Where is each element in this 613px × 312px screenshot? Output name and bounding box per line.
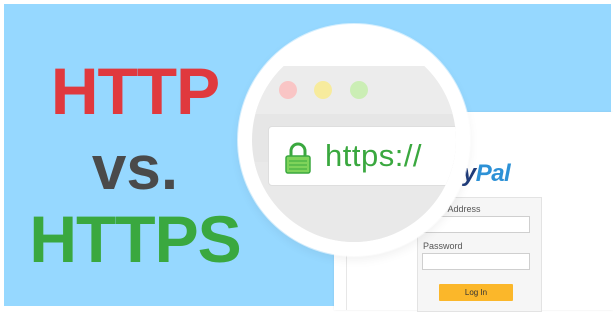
address-bar[interactable]: https:// xyxy=(268,126,456,186)
traffic-light-yellow-icon[interactable] xyxy=(314,81,332,99)
login-button[interactable]: Log In xyxy=(439,284,513,301)
url-text: https:// xyxy=(325,138,423,173)
browser-titlebar xyxy=(252,66,456,114)
headline-vs: vs. xyxy=(91,134,179,203)
headline-https: HTTPS xyxy=(29,202,241,276)
hero-image: HTTP vs. HTTPS ayPal Email Address Passw… xyxy=(0,0,613,312)
browser-window: https:// xyxy=(252,66,456,242)
traffic-light-red-icon[interactable] xyxy=(279,81,297,99)
magnifier-lens: https:// xyxy=(238,24,470,256)
password-label: Password xyxy=(423,241,463,251)
paypal-logo-light: Pal xyxy=(475,160,511,187)
magnified-browser: https:// xyxy=(252,38,456,242)
headline-http: HTTP xyxy=(50,54,220,128)
traffic-light-green-icon[interactable] xyxy=(350,81,368,99)
lock-icon xyxy=(285,142,311,174)
password-field[interactable] xyxy=(422,253,530,270)
